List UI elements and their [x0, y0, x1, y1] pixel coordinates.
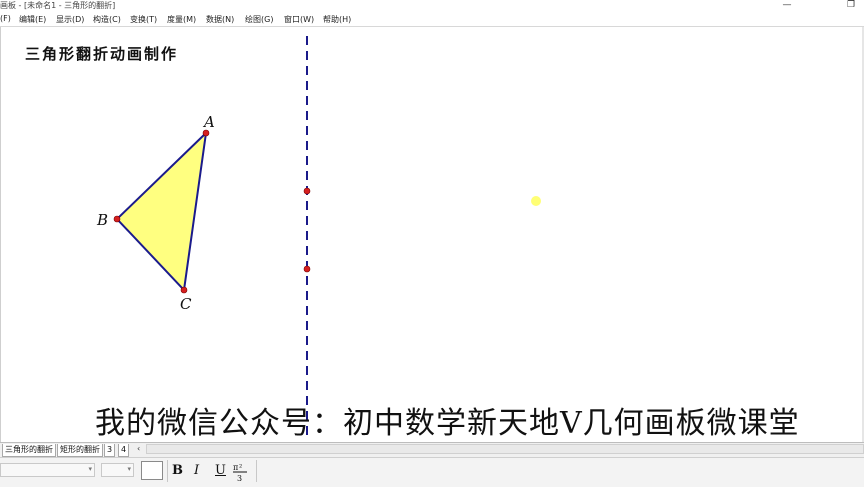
horizontal-scrollbar[interactable]: [146, 444, 864, 454]
chevron-down-icon: ▾: [88, 465, 92, 473]
label-c: C: [180, 295, 192, 313]
svg-text:²: ²: [239, 463, 242, 472]
tab-scroll-left-icon[interactable]: ‹: [137, 444, 140, 453]
mirror-point-1[interactable]: [303, 187, 311, 195]
italic-button[interactable]: I: [194, 463, 199, 478]
font-size-select[interactable]: ▾: [101, 463, 134, 477]
bold-button[interactable]: B: [172, 463, 183, 478]
point-c[interactable]: [180, 286, 188, 294]
font-family-select[interactable]: ▾: [0, 463, 95, 477]
svg-text:3: 3: [237, 474, 242, 482]
underline-button[interactable]: U: [215, 463, 226, 478]
label-b: B: [96, 211, 108, 229]
chevron-down-icon: ▾: [127, 465, 131, 473]
toolbar-divider: [167, 460, 168, 482]
point-b[interactable]: [113, 215, 121, 223]
label-a: A: [202, 113, 215, 131]
triangle-abc[interactable]: [115, 130, 208, 293]
caption-text: 我的微信公众号：初中数学新天地V几何画板微课堂: [95, 406, 800, 441]
tab-page-3[interactable]: 3: [104, 444, 116, 457]
toolbar-divider: [256, 460, 257, 482]
text-color-swatch[interactable]: [141, 461, 163, 480]
tab-triangle-fold[interactable]: 三角形的翻折: [2, 444, 56, 457]
tab-page-4[interactable]: 4: [118, 444, 130, 457]
mirror-point-2[interactable]: [303, 265, 311, 273]
math-format-icon[interactable]: π ² 3: [232, 462, 248, 482]
cursor-highlight: [531, 196, 541, 206]
svg-text:π: π: [233, 463, 238, 472]
tab-rectangle-fold[interactable]: 矩形的翻折: [57, 444, 103, 457]
text-format-toolbar: ▾ ▾ B I U π ² 3: [0, 457, 864, 487]
